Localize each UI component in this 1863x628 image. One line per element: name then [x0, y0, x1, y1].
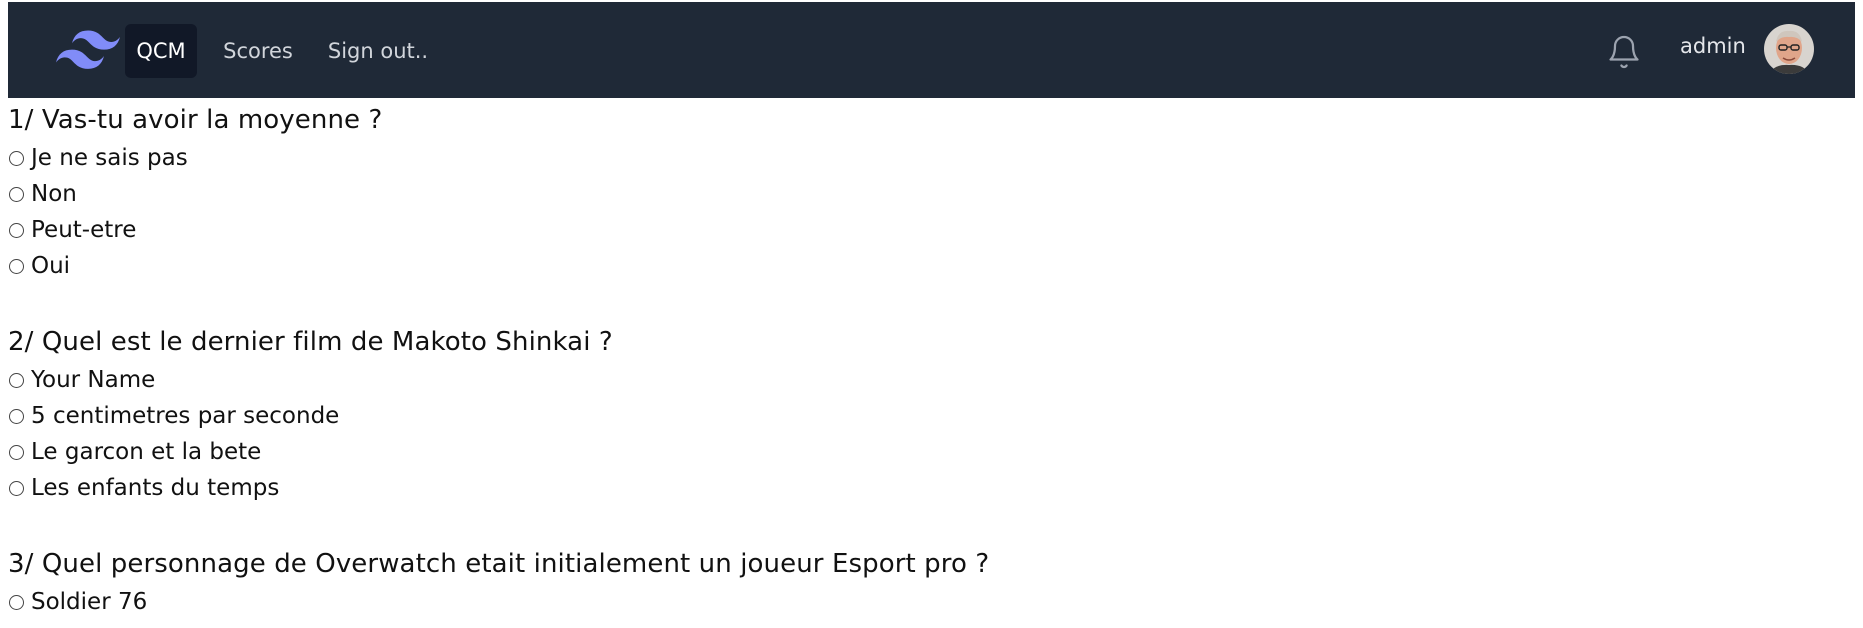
answer-label: Your Name	[31, 367, 156, 393]
page: QCM Scores Sign out.. admin 1/ Vas-tu av…	[0, 0, 1863, 628]
nav-link-sign-out[interactable]: Sign out..	[318, 24, 438, 78]
answer-option[interactable]: Non	[8, 176, 1848, 212]
radio-button[interactable]	[9, 444, 24, 460]
nav-link-qcm[interactable]: QCM	[125, 24, 197, 78]
quiz-form: 1/ Vas-tu avoir la moyenne ? Je ne sais …	[8, 104, 1848, 620]
answer-option[interactable]: Your Name	[8, 362, 1848, 398]
radio-button[interactable]	[9, 594, 24, 610]
answer-label: Soldier 76	[31, 589, 148, 615]
answer-label: Le garcon et la bete	[31, 439, 262, 465]
answer-label: Non	[31, 181, 77, 207]
radio-button[interactable]	[9, 372, 24, 388]
question-2: 2/ Quel est le dernier film de Makoto Sh…	[8, 326, 1848, 506]
question-title: 1/ Vas-tu avoir la moyenne ?	[8, 105, 383, 135]
tailwind-logo-icon[interactable]	[56, 30, 120, 70]
answer-option[interactable]: Le garcon et la bete	[8, 434, 1848, 470]
question-spacer	[8, 506, 1848, 548]
question-spacer	[8, 284, 1848, 326]
username: admin	[1680, 34, 1746, 58]
radio-button[interactable]	[9, 408, 24, 424]
answer-option[interactable]: Soldier 76	[8, 584, 1848, 620]
avatar[interactable]	[1764, 24, 1814, 74]
question-1: 1/ Vas-tu avoir la moyenne ? Je ne sais …	[8, 104, 1848, 284]
radio-button[interactable]	[9, 222, 24, 238]
answer-option[interactable]: Oui	[8, 248, 1848, 284]
question-title: 3/ Quel personnage de Overwatch etait in…	[8, 549, 990, 579]
bell-icon[interactable]	[1606, 32, 1642, 72]
answer-label: 5 centimetres par seconde	[31, 403, 340, 429]
answer-option[interactable]: Je ne sais pas	[8, 140, 1848, 176]
radio-button[interactable]	[9, 258, 24, 274]
answer-label: Peut-etre	[31, 217, 137, 243]
answer-label: Je ne sais pas	[31, 145, 188, 171]
answer-label: Oui	[31, 253, 71, 279]
radio-button[interactable]	[9, 480, 24, 496]
answer-label: Les enfants du temps	[31, 475, 280, 501]
answer-option[interactable]: Les enfants du temps	[8, 470, 1848, 506]
radio-button[interactable]	[9, 186, 24, 202]
question-3: 3/ Quel personnage de Overwatch etait in…	[8, 548, 1848, 620]
answer-option[interactable]: 5 centimetres par seconde	[8, 398, 1848, 434]
answer-option[interactable]: Peut-etre	[8, 212, 1848, 248]
nav-link-scores[interactable]: Scores	[213, 24, 303, 78]
top-navbar: QCM Scores Sign out.. admin	[8, 2, 1855, 98]
question-title: 2/ Quel est le dernier film de Makoto Sh…	[8, 327, 613, 357]
radio-button[interactable]	[9, 150, 24, 166]
